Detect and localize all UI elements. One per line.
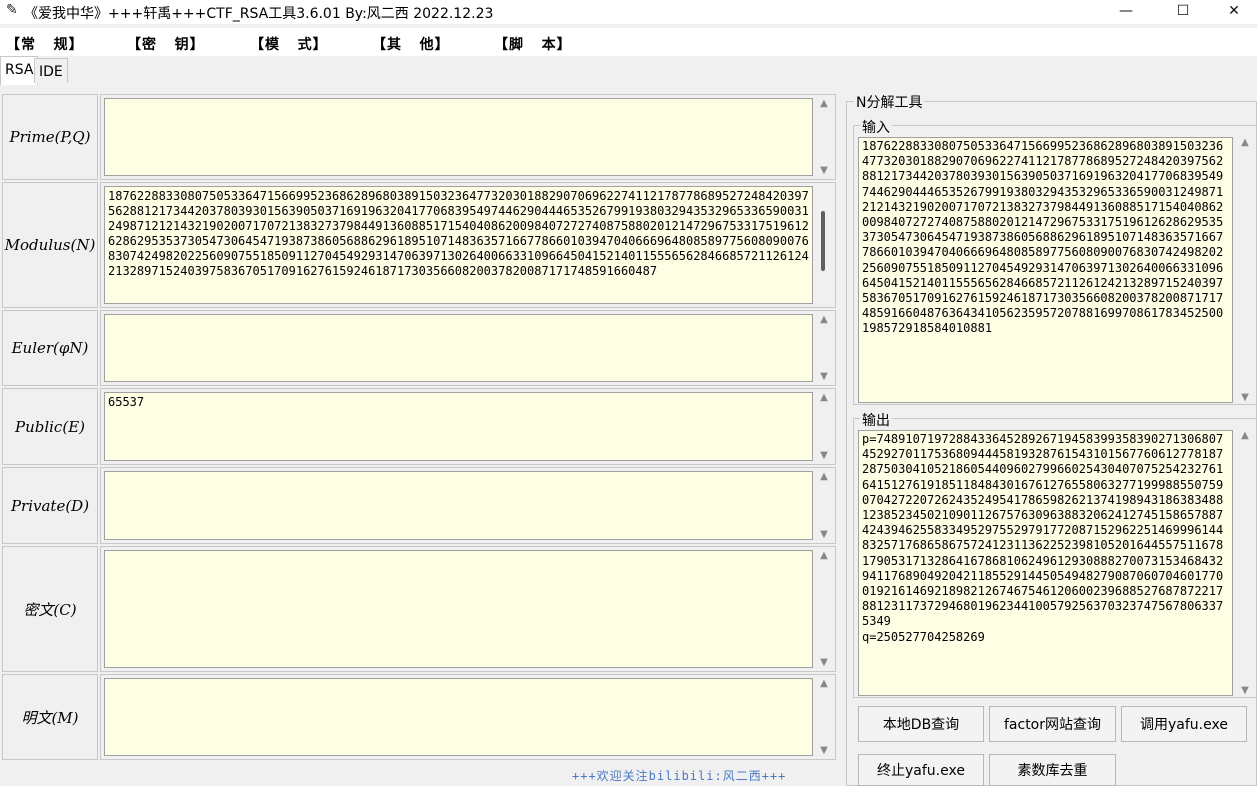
cipher-scrollbar[interactable]: ▲ ▼ bbox=[815, 550, 833, 668]
plain-label: 明文(M) bbox=[2, 674, 98, 760]
factor-tool-title: N分解工具 bbox=[854, 92, 925, 112]
input-scrollbar[interactable]: ▲ ▼ bbox=[1236, 137, 1254, 403]
scroll-down-icon[interactable]: ▼ bbox=[815, 745, 833, 756]
scroll-up-icon[interactable]: ▲ bbox=[815, 98, 833, 109]
feather-icon: ✎ bbox=[6, 2, 18, 18]
public-label: Public(E) bbox=[2, 388, 98, 465]
local-db-query-button[interactable]: 本地DB查询 bbox=[858, 706, 984, 742]
prime-label: Prime(P,Q) bbox=[2, 94, 98, 180]
private-input[interactable] bbox=[104, 471, 813, 540]
menu-keys[interactable]: 【密 钥】 bbox=[127, 34, 205, 54]
scroll-up-icon[interactable]: ▲ bbox=[815, 678, 833, 689]
public-input[interactable]: 65537 bbox=[104, 392, 813, 461]
scroll-down-icon[interactable]: ▼ bbox=[815, 371, 833, 382]
cipher-field: ▲ ▼ bbox=[100, 546, 836, 672]
euler-input[interactable] bbox=[104, 314, 813, 382]
menu-bar: 【常 规】 【密 钥】 【模 式】 【其 他】 【脚 本】 bbox=[0, 28, 1257, 56]
output-scrollbar[interactable]: ▲ ▼ bbox=[1236, 430, 1254, 696]
factor-site-query-button[interactable]: factor网站查询 bbox=[989, 706, 1116, 742]
scroll-down-icon[interactable]: ▼ bbox=[815, 657, 833, 668]
scroll-up-icon[interactable]: ▲ bbox=[815, 392, 833, 403]
scroll-down-icon[interactable]: ▼ bbox=[815, 165, 833, 176]
menu-script[interactable]: 【脚 本】 bbox=[494, 34, 572, 54]
prime-scrollbar[interactable]: ▲ ▼ bbox=[815, 98, 833, 176]
public-field: 65537 ▲ ▼ bbox=[100, 388, 836, 465]
euler-label: Euler(φN) bbox=[2, 310, 98, 386]
scroll-up-icon[interactable]: ▲ bbox=[815, 314, 833, 325]
modulus-label: Modulus(N) bbox=[2, 182, 98, 308]
modulus-input[interactable]: 1876228833080750533647156699523686289680… bbox=[104, 186, 813, 304]
scroll-up-icon[interactable]: ▲ bbox=[815, 550, 833, 561]
cipher-label: 密文(C) bbox=[2, 546, 98, 672]
plain-scrollbar[interactable]: ▲ ▼ bbox=[815, 678, 833, 756]
maximize-button[interactable]: ☐ bbox=[1160, 0, 1206, 24]
prime-input[interactable] bbox=[104, 98, 813, 176]
scroll-down-icon[interactable]: ▼ bbox=[815, 450, 833, 461]
plain-input[interactable] bbox=[104, 678, 813, 756]
factor-input[interactable]: 1876228833080750533647156699523686289680… bbox=[858, 137, 1233, 403]
footer-note: +++欢迎关注bilibili:风二西+++ bbox=[572, 769, 787, 783]
factor-output[interactable]: p=74891071972884336452892671945839935839… bbox=[858, 430, 1233, 696]
prime-db-dedup-button[interactable]: 素数库去重 bbox=[989, 754, 1116, 786]
minimize-button[interactable]: — bbox=[1103, 0, 1149, 24]
modulus-scrollbar[interactable] bbox=[815, 186, 833, 304]
stop-yafu-button[interactable]: 终止yafu.exe bbox=[858, 754, 984, 786]
public-scrollbar[interactable]: ▲ ▼ bbox=[815, 392, 833, 461]
tab-rsa[interactable]: RSA bbox=[0, 56, 39, 85]
cipher-input[interactable] bbox=[104, 550, 813, 668]
private-field: ▲ ▼ bbox=[100, 467, 836, 544]
scroll-down-icon[interactable]: ▼ bbox=[815, 529, 833, 540]
prime-field: ▲ ▼ bbox=[100, 94, 836, 180]
scroll-thumb[interactable] bbox=[821, 211, 825, 271]
input-label: 输入 bbox=[860, 117, 892, 137]
tab-ide[interactable]: IDE bbox=[34, 58, 68, 83]
call-yafu-button[interactable]: 调用yafu.exe bbox=[1121, 706, 1247, 742]
modulus-field: 1876228833080750533647156699523686289680… bbox=[100, 182, 836, 308]
output-label: 输出 bbox=[860, 410, 892, 430]
plain-field: ▲ ▼ bbox=[100, 674, 836, 760]
scroll-up-icon[interactable]: ▲ bbox=[1236, 137, 1254, 148]
close-button[interactable]: ✕ bbox=[1211, 0, 1257, 24]
scroll-down-icon[interactable]: ▼ bbox=[1236, 392, 1254, 403]
scroll-up-icon[interactable]: ▲ bbox=[815, 471, 833, 482]
menu-other[interactable]: 【其 他】 bbox=[372, 34, 450, 54]
euler-field: ▲ ▼ bbox=[100, 310, 836, 386]
title-bar: ✎ 《爱我中华》+++轩禹+++CTF_RSA工具3.6.01 By:风二西 2… bbox=[0, 0, 1257, 24]
menu-general[interactable]: 【常 规】 bbox=[6, 34, 84, 54]
window-title: 《爱我中华》+++轩禹+++CTF_RSA工具3.6.01 By:风二西 202… bbox=[24, 6, 494, 22]
private-label: Private(D) bbox=[2, 467, 98, 544]
private-scrollbar[interactable]: ▲ ▼ bbox=[815, 471, 833, 540]
menu-mode[interactable]: 【模 式】 bbox=[250, 34, 328, 54]
euler-scrollbar[interactable]: ▲ ▼ bbox=[815, 314, 833, 382]
scroll-down-icon[interactable]: ▼ bbox=[1236, 685, 1254, 696]
scroll-up-icon[interactable]: ▲ bbox=[1236, 430, 1254, 441]
